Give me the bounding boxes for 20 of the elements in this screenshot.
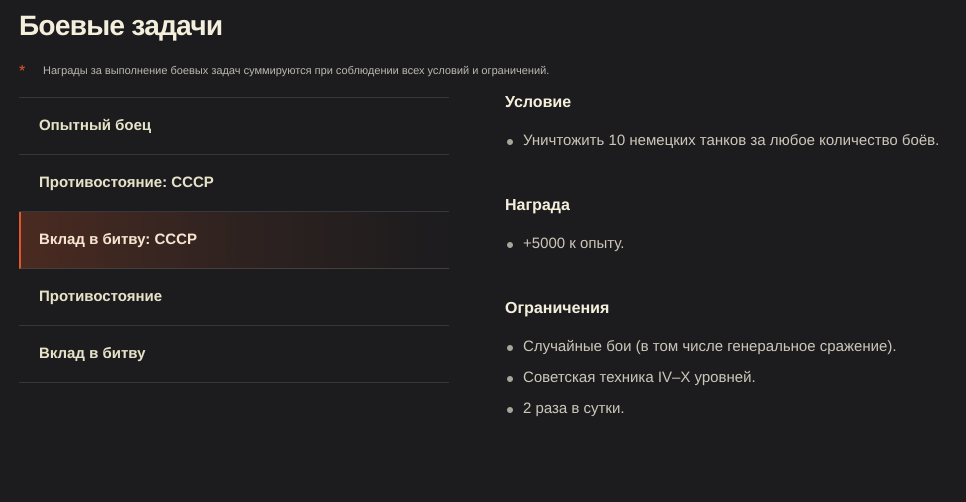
note-text: Награды за выполнение боевых задач суммируются при соблюдении всех условий и ограничений. [43, 64, 550, 78]
section-heading: Ограничения [505, 299, 610, 319]
list-item-text: Уничтожить 10 немецких танков за любое количество боёв. [523, 131, 940, 151]
list-item-text: +5000 к опыту. [523, 234, 626, 254]
mission-tab[interactable]: Вклад в битву: СССР [19, 212, 449, 269]
list-item-text: Советская техника IV–X уровней. [523, 368, 757, 388]
list-item-text: Случайные бои (в том числе генеральное сражение). [523, 337, 898, 357]
section-heading: Награда [505, 196, 571, 216]
section-heading: Условие [505, 93, 572, 113]
bullet-icon [507, 242, 513, 248]
bullet-icon [507, 376, 513, 382]
asterisk-mark: * [19, 64, 26, 80]
page-title: Боевые задачи [19, 9, 224, 43]
bullet-icon [507, 407, 513, 413]
bullet-icon [507, 345, 513, 351]
bullet-icon [507, 139, 513, 145]
mission-tab[interactable]: Вклад в битву [19, 326, 449, 383]
mission-tab[interactable]: Противостояние [19, 269, 449, 326]
list-item-text: 2 раза в сутки. [523, 399, 626, 419]
mission-tab[interactable]: Опытный боец [19, 98, 449, 155]
